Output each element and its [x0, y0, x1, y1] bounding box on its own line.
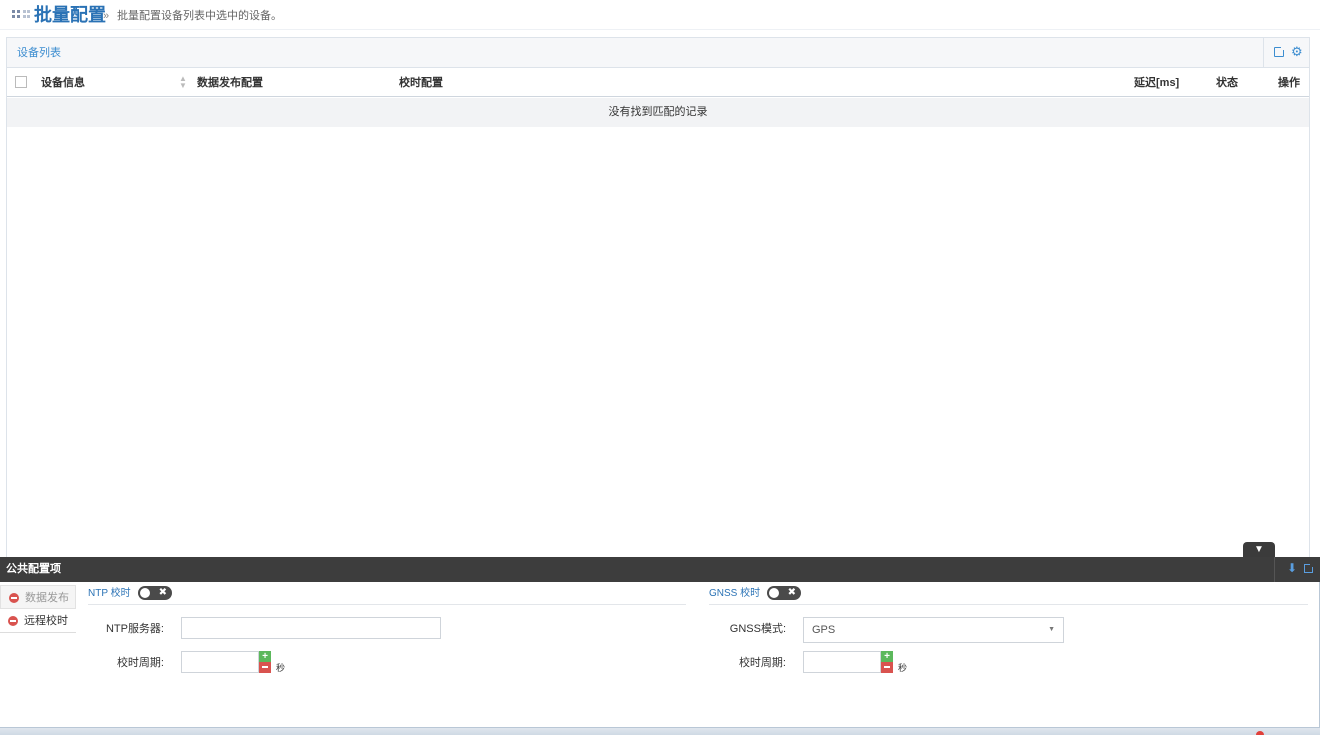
gnss-mode-label: GNSS模式:: [729, 623, 786, 635]
toggle-knob: [769, 588, 779, 598]
breadcrumb-separator: »: [103, 10, 110, 22]
external-link-icon[interactable]: [1304, 562, 1315, 573]
gnss-mode-select[interactable]: GPS ▼: [803, 617, 1064, 643]
column-data-publish[interactable]: 数据发布配置: [197, 76, 263, 90]
taskbar: [0, 728, 1320, 735]
gnss-period-stepper: +: [881, 651, 893, 673]
breadcrumb: 批量配置设备列表中选中的设备。: [117, 10, 282, 22]
panel-tools: ⚙: [1263, 38, 1309, 67]
device-list-title: 设备列表: [17, 47, 61, 59]
column-status[interactable]: 状态: [1216, 76, 1238, 90]
gnss-section-header: GNSS 校时 ✖: [709, 583, 1308, 605]
ntp-period-stepper: +: [259, 651, 271, 673]
toggle-knob: [140, 588, 150, 598]
column-device-info[interactable]: 设备信息: [41, 76, 85, 90]
minus-icon[interactable]: [259, 662, 271, 673]
gnss-mode-value: GPS: [812, 624, 836, 636]
ntp-server-label: NTP服务器:: [105, 623, 164, 635]
ntp-section-header: NTP 校时 ✖: [88, 583, 686, 605]
page-header: 批量配置 » 批量配置设备列表中选中的设备。: [0, 0, 1320, 30]
table-header: 设备信息 ▲ ▼ 数据发布配置 校时配置 延迟[ms] 状态 操作: [7, 68, 1309, 97]
ntp-section-label: NTP 校时: [88, 588, 131, 599]
download-icon[interactable]: ⬇: [1287, 561, 1297, 575]
column-actions: 操作: [1278, 77, 1300, 89]
tab-label: 数据发布: [25, 592, 69, 604]
collapse-button[interactable]: ▼: [1243, 542, 1275, 558]
gnss-period-input[interactable]: [803, 651, 881, 673]
ntp-server-input[interactable]: [181, 617, 441, 639]
caret-down-icon: ▼: [1048, 626, 1055, 633]
dock-tools: ⬇: [1274, 557, 1320, 582]
page-title: 批量配置: [34, 5, 106, 25]
sort-icon[interactable]: ▲ ▼: [179, 75, 187, 90]
gnss-section-label: GNSS 校时: [709, 588, 761, 599]
gear-icon[interactable]: ⚙: [1291, 44, 1303, 60]
config-dock-body: 数据发布 远程校时 NTP 校时 ✖ NTP服务器: 校时周期: + 秒 GNS…: [0, 582, 1320, 728]
tray-alert-icon[interactable]: [1256, 731, 1264, 735]
ntp-toggle[interactable]: ✖: [138, 586, 172, 600]
config-dock-title: 公共配置项: [6, 563, 61, 575]
ntp-period-label: 校时周期:: [116, 657, 164, 669]
device-list-header: 设备列表 ⚙: [7, 38, 1309, 68]
close-icon: ✖: [787, 587, 796, 598]
column-latency[interactable]: 延迟[ms]: [1134, 76, 1179, 90]
empty-message: 没有找到匹配的记录: [7, 98, 1309, 127]
gnss-toggle[interactable]: ✖: [767, 586, 801, 600]
config-dock-header: 公共配置项 ⬇: [0, 557, 1320, 582]
chevron-down-icon: ▼: [1254, 544, 1264, 555]
select-all-checkbox[interactable]: [15, 76, 27, 88]
grid-icon: [12, 10, 32, 20]
minus-icon[interactable]: [881, 662, 893, 673]
ntp-period-unit: 秒: [276, 663, 286, 673]
ntp-period-input[interactable]: [181, 651, 259, 673]
plus-icon[interactable]: +: [259, 651, 271, 662]
gnss-period-label: 校时周期:: [738, 657, 786, 669]
minus-circle-icon: [8, 616, 18, 626]
column-time-sync[interactable]: 校时配置: [399, 76, 443, 90]
close-icon: ✖: [158, 587, 167, 598]
device-list-panel: 设备列表 ⚙ 设备信息 ▲ ▼ 数据发布配置 校时配置 延迟[ms] 状态 操作 …: [6, 37, 1310, 557]
gnss-period-unit: 秒: [898, 663, 908, 673]
tab-remote-time-sync[interactable]: 远程校时: [0, 609, 76, 633]
tab-data-publish[interactable]: 数据发布: [0, 585, 76, 609]
external-link-icon[interactable]: [1274, 45, 1286, 57]
minus-circle-icon: [9, 593, 19, 603]
plus-icon[interactable]: +: [881, 651, 893, 662]
tab-label: 远程校时: [24, 615, 68, 627]
